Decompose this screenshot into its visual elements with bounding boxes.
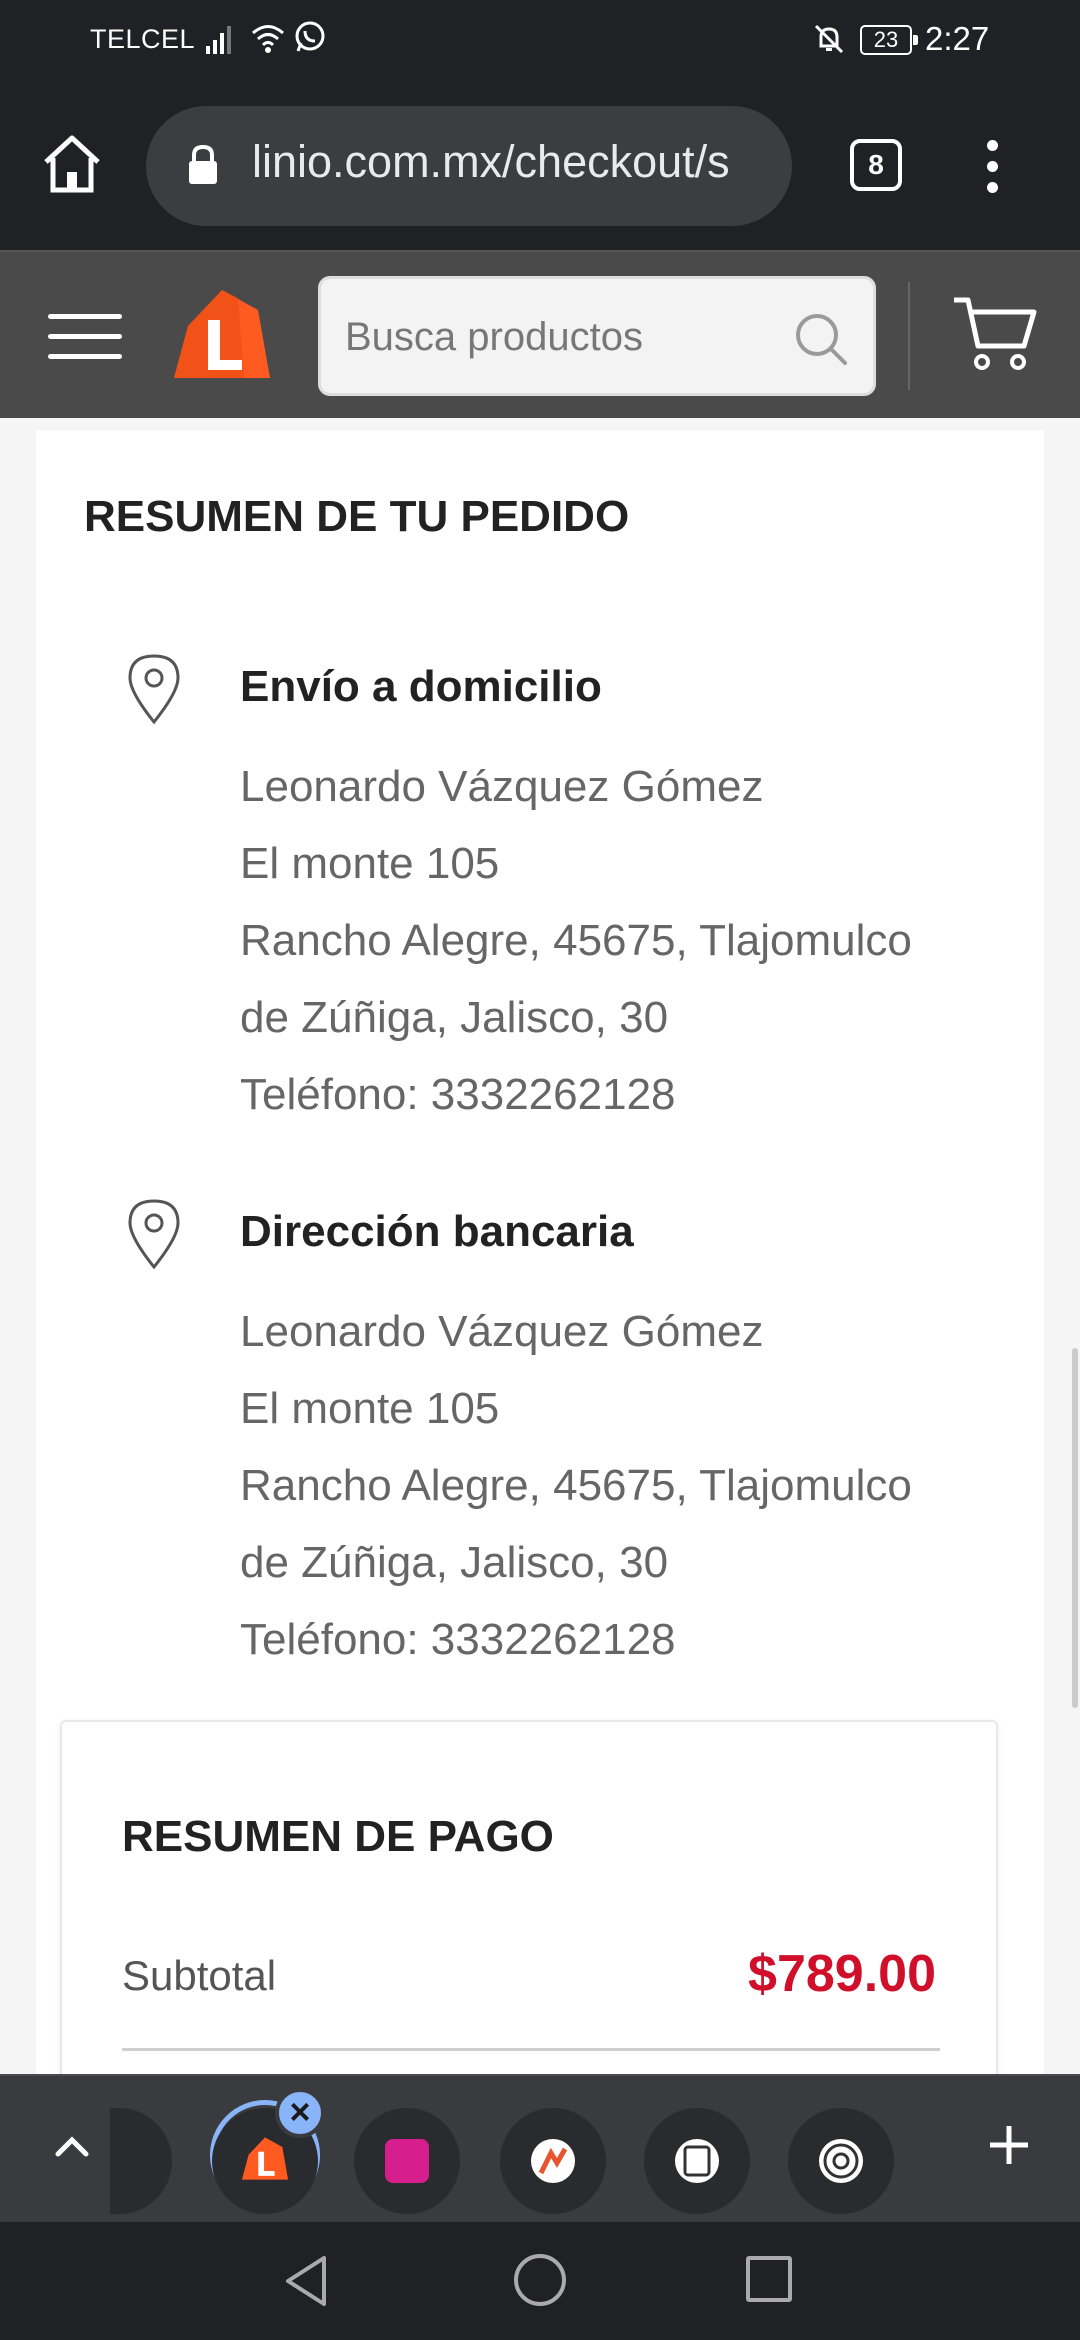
lock-icon bbox=[186, 144, 220, 191]
shipping-title: Envío a domicilio bbox=[240, 662, 602, 711]
header-divider bbox=[908, 282, 910, 390]
billing-title: Dirección bancaria bbox=[240, 1207, 634, 1256]
more-menu-icon[interactable] bbox=[985, 140, 999, 196]
address-line: Teléfono: 3332262128 bbox=[240, 1070, 676, 1119]
shipping-address: Envío a domicilio Leonardo Vázquez Gómez… bbox=[84, 652, 1004, 1132]
status-bar: TELCEL 23 2:27 bbox=[0, 0, 1080, 82]
gallery-app-icon[interactable] bbox=[354, 2108, 460, 2214]
search-icon[interactable] bbox=[791, 309, 851, 374]
address-line: Rancho Alegre, 45675, Tlajomulco bbox=[240, 1461, 912, 1510]
fitness-app-icon[interactable] bbox=[500, 2108, 606, 2214]
search-box[interactable] bbox=[318, 276, 876, 396]
address-line: Leonardo Vázquez Gómez bbox=[240, 1307, 764, 1356]
wifi-icon bbox=[250, 20, 286, 61]
linio-logo[interactable] bbox=[170, 286, 274, 389]
billing-address-lines: Leonardo Vázquez Gómez El monte 105 Ranc… bbox=[240, 1293, 912, 1678]
clock: 2:27 bbox=[925, 20, 990, 57]
checkout-content: RESUMEN DE TU PEDIDO Envío a domicilio L… bbox=[0, 418, 1080, 2074]
order-summary-title: RESUMEN DE TU PEDIDO bbox=[84, 492, 630, 541]
scrollbar[interactable] bbox=[1072, 1348, 1078, 1708]
chevron-up-icon[interactable] bbox=[52, 2126, 92, 2171]
address-line: de Zúñiga, Jalisco, 30 bbox=[240, 993, 669, 1042]
divider bbox=[122, 2048, 940, 2051]
address-line: de Zúñiga, Jalisco, 30 bbox=[240, 1538, 669, 1587]
billing-address: Dirección bancaria Leonardo Vázquez Góme… bbox=[84, 1197, 1004, 1677]
payment-summary-card: RESUMEN DE PAGO Subtotal $789.00 bbox=[60, 1720, 998, 2074]
payment-summary-title: RESUMEN DE PAGO bbox=[122, 1812, 554, 1861]
address-line: Rancho Alegre, 45675, Tlajomulco bbox=[240, 916, 912, 965]
bell-muted-icon bbox=[812, 22, 846, 61]
shipping-address-lines: Leonardo Vázquez Gómez El monte 105 Ranc… bbox=[240, 748, 912, 1133]
carrier-label: TELCEL bbox=[90, 24, 196, 54]
add-app-button[interactable] bbox=[986, 2122, 1032, 2173]
address-bar[interactable]: linio.com.mx/checkout/s bbox=[146, 106, 792, 226]
partial-app-icon[interactable] bbox=[110, 2108, 172, 2214]
hamburger-menu-icon[interactable] bbox=[48, 314, 122, 360]
site-header bbox=[0, 250, 1080, 418]
back-icon[interactable] bbox=[282, 2254, 332, 2313]
search-input[interactable] bbox=[345, 307, 765, 367]
app-dock: × bbox=[0, 2074, 1080, 2222]
location-pin-icon bbox=[124, 652, 184, 731]
signal-icon bbox=[204, 22, 238, 61]
close-app-button[interactable]: × bbox=[275, 2088, 325, 2138]
url-text: linio.com.mx/checkout/s bbox=[252, 136, 730, 187]
cart-icon[interactable] bbox=[952, 294, 1038, 379]
tab-switcher-button[interactable]: 8 bbox=[850, 139, 902, 191]
whatsapp-icon bbox=[293, 20, 327, 59]
home-icon[interactable] bbox=[40, 134, 104, 199]
screen: TELCEL 23 2:27 linio.com.mx/checkout/s 8 bbox=[0, 0, 1080, 2340]
address-line: El monte 105 bbox=[240, 1384, 500, 1433]
chrome-app-icon[interactable] bbox=[788, 2108, 894, 2214]
recents-icon[interactable] bbox=[746, 2256, 792, 2302]
address-line: Teléfono: 3332262128 bbox=[240, 1615, 676, 1664]
system-nav-bar bbox=[0, 2222, 1080, 2340]
battery-indicator: 23 bbox=[860, 25, 918, 55]
subtotal-label: Subtotal bbox=[122, 1952, 277, 1999]
order-summary-card: RESUMEN DE TU PEDIDO Envío a domicilio L… bbox=[36, 430, 1044, 2074]
address-line: Leonardo Vázquez Gómez bbox=[240, 762, 764, 811]
subtotal-value: $789.00 bbox=[748, 1945, 936, 2003]
address-line: El monte 105 bbox=[240, 839, 500, 888]
device-app-icon[interactable] bbox=[644, 2108, 750, 2214]
location-pin-icon bbox=[124, 1197, 184, 1276]
browser-toolbar: linio.com.mx/checkout/s 8 bbox=[0, 82, 1080, 250]
home-button-icon[interactable] bbox=[514, 2254, 566, 2306]
